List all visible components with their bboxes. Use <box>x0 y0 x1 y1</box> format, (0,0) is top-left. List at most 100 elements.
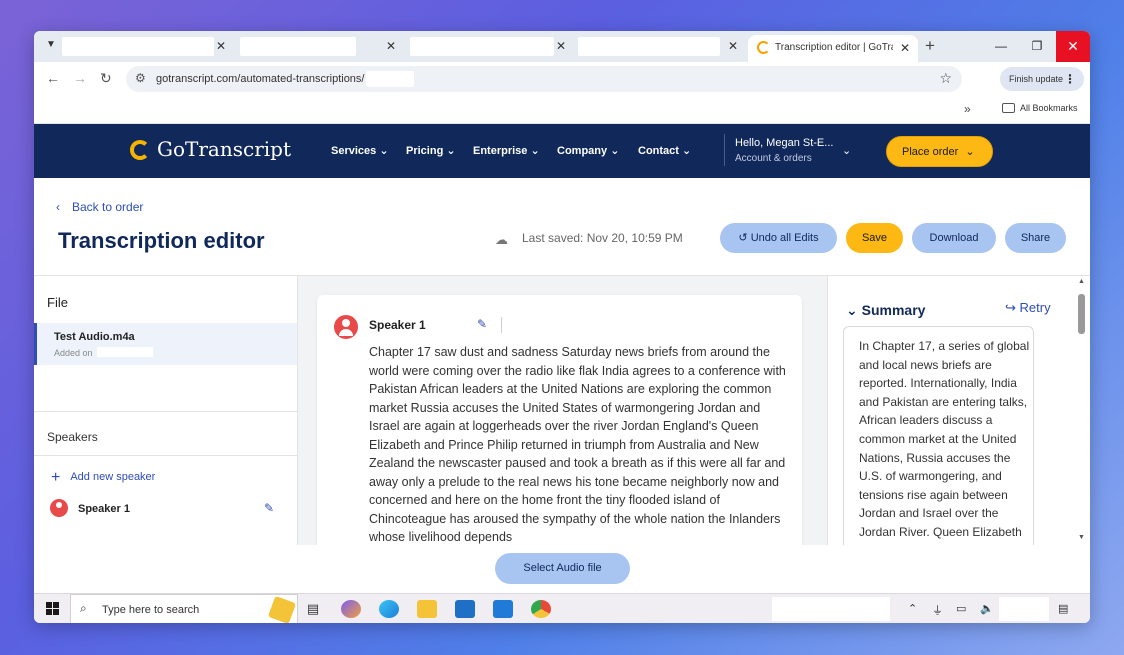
browser-window: ▼ ✕ ✕ ✕ ✕ Transcription editor | GoTrans… <box>34 31 1090 623</box>
share-button[interactable]: Share <box>1005 223 1066 253</box>
place-order-label: Place order <box>902 146 959 158</box>
restore-icon[interactable]: ❐ <box>1020 31 1054 62</box>
account-orders-link[interactable]: Account & orders <box>735 153 812 164</box>
nav-company[interactable]: Company ⌄ <box>557 144 619 157</box>
task-view-icon[interactable]: ▤ <box>303 600 323 618</box>
forward-arrow-icon[interactable]: → <box>73 70 87 86</box>
page-title: Transcription editor <box>58 228 265 253</box>
select-audio-file-button[interactable]: Select Audio file <box>495 553 630 584</box>
site-header: GoTranscript Services ⌄ Pricing ⌄ Enterp… <box>34 124 1090 178</box>
edge-icon[interactable] <box>379 600 399 618</box>
added-on-redacted <box>97 347 153 357</box>
tab-redacted-2[interactable] <box>240 37 356 56</box>
windows-taskbar: ⌕ Type here to search ▤ ⌃ ⏚ ▭ 🔈 ▤ <box>34 593 1090 623</box>
pencil-icon[interactable]: ✎ <box>477 317 487 331</box>
usb-icon[interactable]: ⏚ <box>932 602 943 618</box>
tab-strip: ▼ ✕ ✕ ✕ ✕ Transcription editor | GoTrans… <box>34 31 1090 62</box>
back-arrow-icon[interactable]: ← <box>46 70 60 86</box>
user-greeting[interactable]: Hello, Megan St-E... <box>735 137 833 149</box>
back-to-order-link[interactable]: ‹ Back to order <box>56 200 143 214</box>
chevron-down-icon: ⌄ <box>965 146 975 158</box>
notification-icon[interactable]: ▤ <box>1058 602 1068 615</box>
gotranscript-logo-icon[interactable] <box>130 140 150 160</box>
nav-services[interactable]: Services ⌄ <box>331 144 389 157</box>
add-new-speaker-button[interactable]: + Add new speaker <box>51 467 155 486</box>
star-icon[interactable]: ☆ <box>939 70 952 87</box>
chevron-up-icon[interactable]: ⌃ <box>908 602 917 615</box>
all-bookmarks-link[interactable]: All Bookmarks <box>1020 103 1078 113</box>
plus-icon: + <box>51 469 61 486</box>
search-placeholder: Type here to search <box>102 604 200 616</box>
chevron-down-icon[interactable]: ⌄ <box>842 144 851 157</box>
chevron-down-icon: ⌄ <box>682 145 692 157</box>
nav-pricing[interactable]: Pricing ⌄ <box>406 144 456 157</box>
tab-title: Transcription editor | GoTranscript <box>775 42 893 53</box>
bookmarks-overflow-icon[interactable]: » <box>964 102 971 116</box>
search-highlight-icon <box>267 595 297 623</box>
store-icon[interactable] <box>455 600 475 618</box>
finish-update-button[interactable]: Finish update ⋮ <box>1000 67 1084 91</box>
finish-update-label: Finish update <box>1009 74 1064 84</box>
summary-heading[interactable]: ⌄ Summary <box>846 302 925 319</box>
chevron-down-icon: ⌄ <box>446 145 456 157</box>
tab-search-chevron-icon[interactable]: ▼ <box>46 39 56 50</box>
transcript-text[interactable]: Chapter 17 saw dust and sadness Saturday… <box>369 343 787 547</box>
minimize-icon[interactable]: — <box>984 31 1018 62</box>
address-bar[interactable]: ⚙ gotranscript.com/automated-transcripti… <box>126 66 962 92</box>
pencil-icon[interactable]: ✎ <box>264 501 274 515</box>
nav-enterprise[interactable]: Enterprise ⌄ <box>473 144 540 157</box>
summary-panel: ⌄ Summary ↪ Retry In Chapter 17, a serie… <box>827 276 1090 556</box>
tab-redacted-3[interactable] <box>410 37 554 56</box>
scroll-down-icon[interactable]: ▼ <box>1078 534 1085 541</box>
undo-all-edits-button[interactable]: ↺ Undo all Edits <box>720 223 837 253</box>
avatar-icon <box>50 499 68 517</box>
site-settings-icon[interactable]: ⚙ <box>135 71 146 85</box>
place-order-button[interactable]: Place order ⌄ <box>886 136 993 167</box>
download-button[interactable]: Download <box>912 223 996 253</box>
chevron-down-icon: ⌄ <box>530 145 540 157</box>
left-sidebar: File Test Audio.m4a Added on Speakers + A… <box>34 276 298 546</box>
chevron-left-icon: ‹ <box>56 200 60 214</box>
retry-button[interactable]: ↪ Retry <box>1005 300 1051 316</box>
scrollbar-thumb[interactable] <box>1078 294 1085 334</box>
file-heading: File <box>47 295 68 310</box>
mail-icon[interactable] <box>493 600 513 618</box>
site-logo[interactable]: GoTranscript <box>157 137 291 161</box>
copilot-icon[interactable] <box>341 600 361 618</box>
close-icon[interactable]: ✕ <box>216 38 226 54</box>
taskbar-search[interactable]: ⌕ Type here to search <box>70 594 298 623</box>
close-icon[interactable]: ✕ <box>728 38 738 54</box>
window-close-icon[interactable]: ✕ <box>1056 31 1090 62</box>
tab-redacted-4[interactable] <box>578 37 720 56</box>
tab-redacted-1[interactable] <box>62 37 214 56</box>
windows-logo-icon[interactable] <box>46 602 60 616</box>
chrome-icon[interactable] <box>531 600 551 618</box>
url-redacted <box>366 71 414 87</box>
address-row: ← → ↻ ⚙ gotranscript.com/automated-trans… <box>34 62 1090 95</box>
chevron-down-icon: ⌄ <box>379 145 389 157</box>
close-icon[interactable]: ✕ <box>556 38 566 54</box>
retry-icon: ↪ <box>1005 300 1016 315</box>
close-icon[interactable]: ✕ <box>386 38 396 54</box>
scrollbar[interactable]: ▲ ▼ <box>1076 276 1087 546</box>
clock-redacted <box>999 597 1049 621</box>
avatar-icon <box>334 315 358 339</box>
editor-area: File Test Audio.m4a Added on Speakers + A… <box>34 275 1090 556</box>
reload-icon[interactable]: ↻ <box>100 70 112 87</box>
battery-icon[interactable]: ▭ <box>956 602 966 615</box>
speaker-list-item[interactable]: Speaker 1 <box>78 503 130 515</box>
file-item[interactable]: Test Audio.m4a Added on <box>34 323 297 365</box>
divider <box>501 317 502 333</box>
file-explorer-icon[interactable] <box>417 600 437 618</box>
nav-contact[interactable]: Contact ⌄ <box>638 144 691 157</box>
scroll-up-icon[interactable]: ▲ <box>1078 278 1085 285</box>
speaker-name[interactable]: Speaker 1 <box>369 318 426 332</box>
cloud-icon: ☁ <box>495 232 508 247</box>
gotranscript-favicon-icon <box>757 41 770 54</box>
bookmarks-bar: » All Bookmarks <box>34 95 1090 124</box>
save-button[interactable]: Save <box>846 223 903 253</box>
volume-icon[interactable]: 🔈 <box>980 602 994 615</box>
tab-active[interactable]: Transcription editor | GoTranscript ✕ <box>748 35 918 62</box>
new-tab-plus-icon[interactable]: + <box>925 36 935 56</box>
close-icon[interactable]: ✕ <box>900 41 910 55</box>
